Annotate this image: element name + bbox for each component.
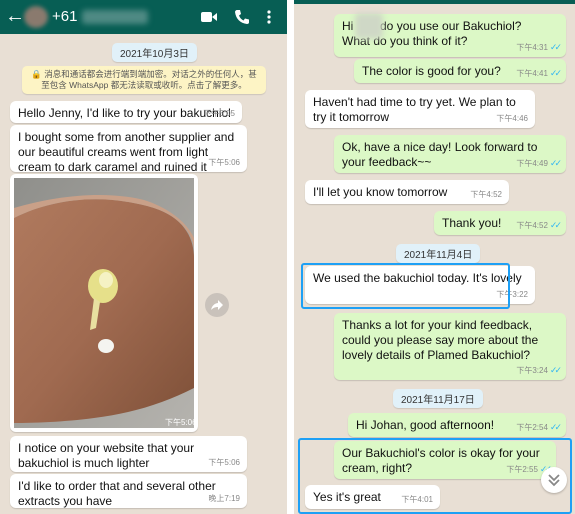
- message-bubble[interactable]: Hi Johan, good afternoon! 下午2:54 ✓✓: [348, 413, 566, 437]
- message-time: 下午3:24 ✓✓: [516, 365, 562, 375]
- date-separator: 2021年10月3日: [112, 43, 197, 62]
- message-text: I notice on your website that your bakuc…: [18, 441, 195, 470]
- scroll-down-button[interactable]: [541, 467, 567, 493]
- message-time: 下午4:49 ✓✓: [516, 158, 562, 168]
- message-text: Haven't had time to try yet. We plan to …: [313, 95, 516, 124]
- message-time: 下午4:52: [470, 190, 502, 199]
- message-bubble[interactable]: I bought some from another supplier and …: [10, 125, 247, 174]
- header-edge: [294, 0, 575, 4]
- date-separator: 2021年11月17日: [393, 389, 483, 408]
- message-bubble[interactable]: Hello Jenny, I'd like to try your bakuch…: [10, 101, 242, 123]
- right-chat-panel: Hi, do you use our Bakuchiol? What do yo…: [294, 0, 575, 514]
- message-time: 下午4:46: [496, 114, 528, 123]
- left-chat-panel: ← +61 2021年10月3日 🔒 消息和通话都会进行端到端加密。对话之外的任…: [0, 0, 287, 514]
- read-ticks-icon: ✓✓: [549, 422, 562, 432]
- back-arrow-icon[interactable]: ←: [5, 5, 25, 27]
- message-time: 下午4:31 ✓✓: [516, 42, 562, 52]
- chat-header: ← +61: [0, 0, 287, 34]
- encryption-notice[interactable]: 🔒 消息和通话都会进行端到端加密。对话之外的任何人，甚至包含 WhatsApp …: [22, 66, 266, 94]
- message-bubble[interactable]: The color is good for you? 下午4:41 ✓✓: [354, 59, 566, 83]
- date-separator: 2021年11月4日: [396, 244, 481, 263]
- message-time: 下午4:52 ✓✓: [516, 220, 562, 230]
- blurred-name: [355, 13, 383, 39]
- highlight-box: [301, 263, 510, 309]
- message-text: Thank you!: [442, 216, 502, 230]
- message-time: 下午5:06: [208, 458, 240, 467]
- share-arrow-icon: [211, 300, 223, 310]
- contact-avatar[interactable]: [24, 6, 48, 28]
- voice-call-icon[interactable]: [233, 9, 251, 25]
- message-time: 下午2:54 ✓✓: [516, 422, 562, 432]
- video-call-icon[interactable]: [200, 9, 218, 25]
- hand-photo: 下午5:06: [14, 178, 194, 428]
- message-bubble[interactable]: Ok, have a nice day! Look forward to you…: [334, 135, 566, 173]
- blurred-phone-number: [82, 10, 148, 24]
- message-text: Thanks a lot for your kind feedback, cou…: [342, 318, 539, 362]
- message-text-greeting: Hi: [342, 19, 354, 33]
- message-text: Hello Jenny, I'd like to try your bakuch…: [18, 106, 231, 120]
- image-time: 下午5:06: [165, 417, 194, 427]
- message-bubble[interactable]: Thanks a lot for your kind feedback, cou…: [334, 313, 566, 380]
- message-time: 下午4:41 ✓✓: [516, 68, 562, 78]
- forward-button[interactable]: [205, 293, 229, 317]
- contact-name[interactable]: +61: [52, 8, 77, 25]
- message-bubble[interactable]: Haven't had time to try yet. We plan to …: [305, 90, 535, 128]
- message-text: , do you use our Bakuchiol?: [373, 19, 522, 33]
- message-time: 晚上7:19: [208, 494, 240, 503]
- more-options-icon[interactable]: [266, 9, 272, 25]
- read-ticks-icon: ✓✓: [549, 365, 562, 375]
- message-text: I'd like to order that and several other…: [18, 479, 216, 508]
- read-ticks-icon: ✓✓: [549, 68, 562, 78]
- read-ticks-icon: ✓✓: [549, 42, 562, 52]
- message-bubble[interactable]: Thank you! 下午4:52 ✓✓: [434, 211, 566, 235]
- panel-divider: [287, 0, 294, 514]
- message-text: Ok, have a nice day! Look forward to you…: [342, 140, 538, 169]
- message-text: Hi Johan, good afternoon!: [356, 418, 495, 432]
- message-time: 下午5:05: [203, 109, 235, 118]
- message-bubble[interactable]: I notice on your website that your bakuc…: [10, 436, 247, 472]
- message-bubble[interactable]: I'd like to order that and several other…: [10, 474, 247, 508]
- image-message[interactable]: 下午5:06: [10, 174, 198, 432]
- double-chevron-down-icon: [548, 474, 560, 487]
- message-text: I bought some from another supplier and …: [18, 130, 235, 174]
- message-text: The color is good for you?: [362, 64, 501, 78]
- message-time: 下午5:06: [208, 158, 240, 167]
- message-text: I'll let you know tomorrow: [313, 185, 448, 199]
- read-ticks-icon: ✓✓: [549, 158, 562, 168]
- read-ticks-icon: ✓✓: [549, 220, 562, 230]
- message-bubble[interactable]: I'll let you know tomorrow 下午4:52: [305, 180, 509, 204]
- highlight-box: [298, 438, 572, 514]
